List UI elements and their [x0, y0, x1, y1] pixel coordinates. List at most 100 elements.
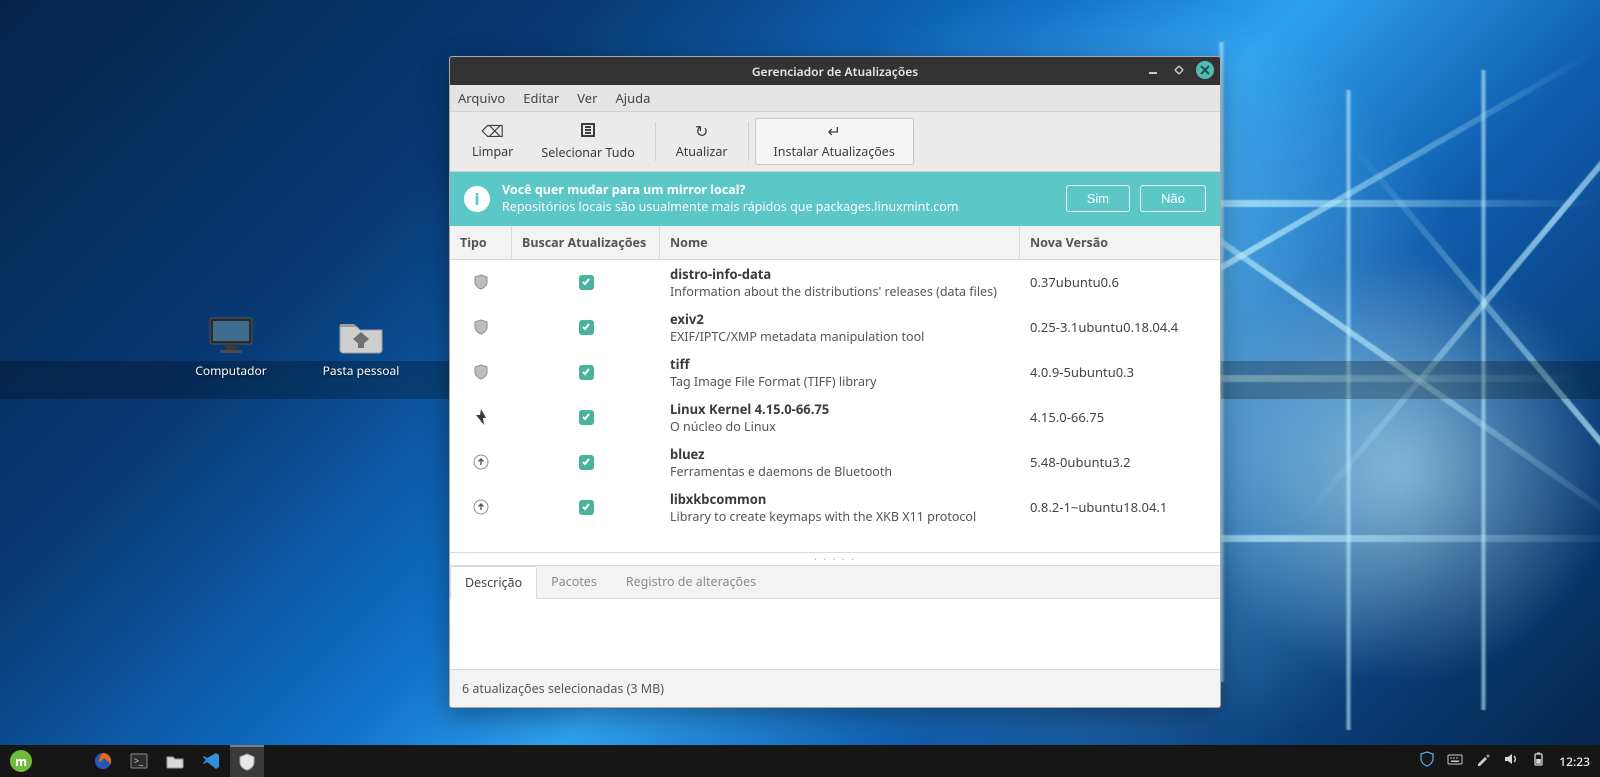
table-row[interactable]: libxkbcommonLibrary to create keymaps wi…	[450, 485, 1220, 530]
package-description: Information about the distributions' rel…	[670, 283, 1010, 300]
menubar: Arquivo Editar Ver Ajuda	[450, 85, 1220, 112]
mint-logo-icon: m	[10, 750, 32, 772]
table-row[interactable]: bluezFerramentas e daemons de Bluetooth 5…	[450, 440, 1220, 485]
taskbar-app-vscode[interactable]	[194, 746, 228, 776]
col-type[interactable]: Tipo	[450, 226, 512, 259]
banner-no-button[interactable]: Não	[1140, 185, 1206, 212]
update-checkbox[interactable]	[579, 410, 594, 425]
toolbar-separator	[655, 122, 656, 161]
banner-body: Repositórios locais são usualmente mais …	[502, 198, 959, 215]
table-row[interactable]: exiv2EXIF/IPTC/XMP metadata manipulation…	[450, 305, 1220, 350]
package-version: 0.25-3.1ubuntu0.18.04.4	[1020, 313, 1220, 341]
package-version: 0.37ubuntu0.6	[1020, 268, 1220, 296]
toolbar-refresh-button[interactable]: ↻ Atualizar	[662, 118, 742, 165]
table-row[interactable]: distro-info-dataInformation about the di…	[450, 260, 1220, 305]
tray-battery-icon[interactable]	[1531, 751, 1547, 772]
table-row[interactable]: tiffTag Image File Format (TIFF) library…	[450, 350, 1220, 395]
window-minimize-button[interactable]	[1144, 61, 1162, 79]
start-menu-button[interactable]: m	[4, 746, 38, 776]
toolbar-label: Atualizar	[676, 143, 728, 160]
table-row[interactable]: Linux Kernel 4.15.0-66.75O núcleo do Lin…	[450, 395, 1220, 440]
menu-help[interactable]: Ajuda	[615, 89, 650, 107]
toolbar-label: Selecionar Tudo	[541, 144, 634, 161]
toolbar-separator	[748, 122, 749, 161]
folder-home-icon	[337, 316, 385, 356]
detail-pane: Descrição Pacotes Registro de alterações	[450, 565, 1220, 669]
window-close-button[interactable]	[1196, 61, 1214, 79]
tray-volume-icon[interactable]	[1503, 751, 1519, 772]
window-maximize-button[interactable]	[1170, 61, 1188, 79]
col-checked[interactable]: Buscar Atualizações	[512, 226, 660, 259]
detail-tab-packages[interactable]: Pacotes	[537, 566, 612, 598]
package-version: 5.48-0ubuntu3.2	[1020, 448, 1220, 476]
svg-text:>_: >_	[134, 754, 144, 767]
terminal-icon: >_	[129, 751, 149, 771]
updates-table: Tipo Buscar Atualizações Nome Nova Versã…	[450, 226, 1220, 553]
taskbar-app-terminal[interactable]: >_	[122, 746, 156, 776]
package-name: distro-info-data	[670, 265, 1010, 283]
package-description: Tag Image File Format (TIFF) library	[670, 373, 1010, 390]
update-checkbox[interactable]	[579, 275, 594, 290]
detail-tab-changelog[interactable]: Registro de alterações	[612, 566, 771, 598]
update-type-icon	[450, 449, 512, 475]
shield-icon	[237, 752, 257, 772]
package-version: 4.0.9-5ubuntu0.3	[1020, 358, 1220, 386]
package-version: 0.8.2-1~ubuntu18.04.1	[1020, 493, 1220, 521]
toolbar-label: Limpar	[472, 143, 513, 160]
taskbar: m >_	[0, 745, 1600, 777]
taskbar-app-update-manager[interactable]	[230, 745, 264, 777]
status-text: 6 atualizações selecionadas (3 MB)	[462, 680, 664, 697]
update-type-icon	[450, 359, 512, 385]
package-description: Library to create keymaps with the XKB X…	[670, 508, 1010, 525]
window-titlebar[interactable]: Gerenciador de Atualizações	[450, 57, 1220, 85]
detail-body	[450, 599, 1220, 669]
backspace-icon: ⌫	[481, 123, 504, 139]
col-version[interactable]: Nova Versão	[1020, 226, 1220, 259]
menu-edit[interactable]: Editar	[523, 89, 559, 107]
col-name[interactable]: Nome	[660, 226, 1020, 259]
firefox-icon	[93, 751, 113, 771]
tray-color-picker-icon[interactable]	[1475, 751, 1491, 772]
tray-shield-icon[interactable]	[1419, 751, 1435, 772]
banner-yes-button[interactable]: Sim	[1066, 185, 1130, 212]
statusbar: 6 atualizações selecionadas (3 MB)	[450, 669, 1220, 707]
taskbar-app-files[interactable]	[158, 746, 192, 776]
detail-tab-description[interactable]: Descrição	[450, 566, 537, 599]
resize-handle[interactable]: · · · · ·	[450, 553, 1220, 565]
menu-file[interactable]: Arquivo	[458, 89, 505, 107]
table-header: Tipo Buscar Atualizações Nome Nova Versã…	[450, 226, 1220, 260]
update-checkbox[interactable]	[579, 500, 594, 515]
package-name: bluez	[670, 445, 1010, 463]
menu-view[interactable]: Ver	[577, 89, 597, 107]
update-manager-window: Gerenciador de Atualizações Arquivo Edit…	[449, 56, 1221, 708]
update-type-icon	[450, 494, 512, 520]
mirror-banner: i Você quer mudar para um mirror local? …	[450, 172, 1220, 226]
update-type-icon	[450, 404, 512, 430]
package-name: tiff	[670, 355, 1010, 373]
taskbar-clock[interactable]: 12:23	[1559, 753, 1590, 770]
monitor-icon	[207, 316, 255, 356]
update-checkbox[interactable]	[579, 320, 594, 335]
update-checkbox[interactable]	[579, 455, 594, 470]
refresh-icon: ↻	[695, 123, 708, 139]
install-icon: ↵	[827, 123, 840, 139]
toolbar: ⌫ Limpar Selecionar Tudo ↻ Atualizar ↵ I…	[450, 112, 1220, 172]
taskbar-app-firefox[interactable]	[86, 746, 120, 776]
toolbar-install-button[interactable]: ↵ Instalar Atualizações	[755, 118, 914, 165]
select-all-icon	[580, 122, 596, 140]
info-icon: i	[464, 186, 490, 212]
package-version: 4.15.0-66.75	[1020, 403, 1220, 431]
toolbar-clear-button[interactable]: ⌫ Limpar	[458, 118, 527, 165]
toolbar-select-all-button[interactable]: Selecionar Tudo	[527, 118, 648, 165]
tray-keyboard-icon[interactable]	[1447, 751, 1463, 772]
update-type-icon	[450, 269, 512, 295]
update-checkbox[interactable]	[579, 365, 594, 380]
package-description: Ferramentas e daemons de Bluetooth	[670, 463, 1010, 480]
desktop-icon-computer[interactable]: Computador	[186, 316, 276, 379]
desktop-icon-label: Pasta pessoal	[323, 362, 400, 379]
package-description: EXIF/IPTC/XMP metadata manipulation tool	[670, 328, 1010, 345]
window-title: Gerenciador de Atualizações	[752, 63, 918, 80]
desktop-icon-label: Computador	[195, 362, 267, 379]
package-name: Linux Kernel 4.15.0-66.75	[670, 400, 1010, 418]
desktop-icon-home[interactable]: Pasta pessoal	[316, 316, 406, 379]
